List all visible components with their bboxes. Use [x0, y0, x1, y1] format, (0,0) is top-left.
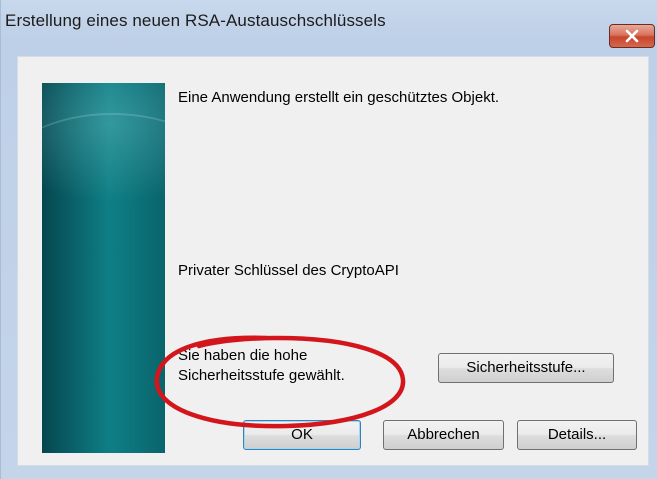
banner-image: [42, 83, 165, 453]
title-bar[interactable]: Erstellung eines neuen RSA-Austauschschl…: [1, 0, 657, 48]
ok-button[interactable]: OK: [243, 420, 361, 450]
object-name-text: Privater Schlüssel des CryptoAPI: [178, 262, 399, 279]
dialog-content: Eine Anwendung erstellt ein geschütztes …: [17, 56, 649, 466]
dialog-window: Erstellung eines neuen RSA-Austauschschl…: [0, 0, 657, 479]
cancel-button[interactable]: Abbrechen: [383, 420, 504, 450]
window-title: Erstellung eines neuen RSA-Austauschschl…: [5, 11, 386, 30]
details-button[interactable]: Details...: [517, 420, 637, 450]
security-level-line-1: Sie haben die hohe: [178, 347, 308, 364]
close-icon: [625, 29, 639, 43]
message-text: Eine Anwendung erstellt ein geschütztes …: [178, 89, 500, 106]
close-button[interactable]: [609, 24, 655, 48]
security-level-button[interactable]: Sicherheitsstufe...: [438, 353, 614, 383]
security-level-line-2: Sicherheitsstufe gewählt.: [178, 367, 345, 384]
